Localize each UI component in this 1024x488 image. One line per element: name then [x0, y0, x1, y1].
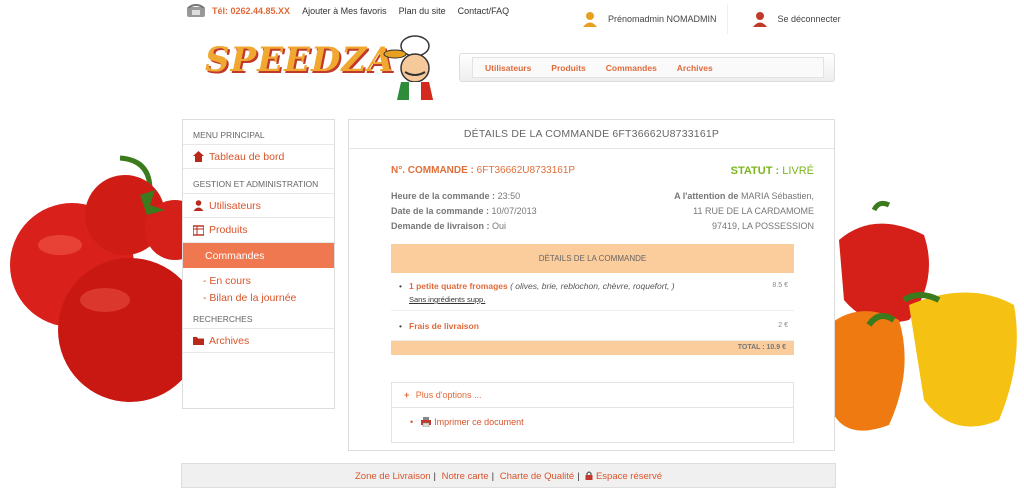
bullet: • [399, 281, 402, 291]
logo-text: SPEEDZA [205, 40, 395, 80]
sidebar-subitem-daily-report[interactable]: - Bilan de la journée [183, 289, 334, 306]
delivery-label: Demande de livraison : [391, 221, 490, 231]
sidebar-item-products[interactable]: Produits [183, 218, 334, 243]
order-number: N°. COMMANDE : 6FT36662U8733161P [391, 165, 575, 176]
customer-address: A l'attention de MARIA Sébastien, 11 RUE… [674, 189, 814, 234]
status-value: LIVRÉ [782, 165, 814, 177]
options-box: + Plus d'options ... • Imprimer ce docum… [391, 382, 794, 443]
list-item: • Frais de livraison 2 € [391, 311, 794, 341]
sidebar-item-orders[interactable]: Commandes [183, 243, 334, 268]
sidebar-item-users[interactable]: Utilisateurs [183, 193, 334, 218]
sidebar-subitem-current[interactable]: - En cours [183, 268, 334, 289]
status-label: STATUT : [730, 165, 780, 177]
logout-icon[interactable] [752, 11, 768, 27]
divider [726, 4, 728, 34]
phone-number: Tél: 0262.44.85.XX [212, 6, 291, 16]
home-icon [193, 151, 204, 162]
divider: | [577, 471, 580, 482]
folder-icon [193, 337, 204, 345]
page-title: DÉTAILS DE LA COMMANDE 6FT36662U8733161P [349, 120, 834, 149]
bullet: • [399, 321, 402, 331]
sidebar: MENU PRINCIPAL Tableau de bord GESTION E… [182, 119, 335, 409]
order-details-panel: DÉTAILS DE LA COMMANDE 6FT36662U8733161P… [348, 119, 835, 451]
footer-link-quality[interactable]: Charte de Qualité [500, 471, 574, 482]
attention-label: A l'attention de [674, 191, 739, 201]
item-name: 1 petite quatre fromages [409, 281, 508, 291]
order-items: DÉTAILS DE LA COMMANDE • 1 petite quatre… [391, 244, 794, 355]
delivery-fee-label: Frais de livraison [409, 321, 479, 331]
top-bar: Tél: 0262.44.85.XX Ajouter à Mes favoris… [186, 3, 509, 19]
sitemap-link[interactable]: Plan du site [399, 6, 446, 16]
footer-link-menu[interactable]: Notre carte [442, 471, 489, 482]
hour-value: 23:50 [497, 191, 521, 201]
tomatoes-image [10, 155, 190, 402]
date-label: Date de la commande : [391, 206, 490, 216]
sidebar-head-search: RECHERCHES [193, 314, 253, 324]
status-badge: STATUT : LIVRÉ [731, 165, 814, 177]
peppers-image [829, 200, 1017, 431]
item-supplements: Sans ingrédients supp. [409, 295, 486, 304]
main-nav: Utilisateurs Produits Commandes Archives [459, 53, 835, 82]
more-options-label: Plus d'options ... [415, 390, 482, 400]
order-items-header: DÉTAILS DE LA COMMANDE [391, 244, 794, 273]
footer-link-delivery-zone[interactable]: Zone de Livraison [355, 471, 431, 482]
order-number-label: N°. COMMANDE : [391, 165, 474, 176]
logout-link[interactable]: Se déconnecter [778, 14, 841, 24]
sidebar-head-admin: GESTION ET ADMINISTRATION [193, 179, 319, 189]
sidebar-item-label: Produits [209, 224, 248, 236]
more-options-toggle[interactable]: + Plus d'options ... [392, 383, 793, 408]
customer-name: MARIA Sébastien, [740, 191, 814, 201]
delivery-fee-value: 2 € [778, 322, 788, 329]
customer-street: 11 RUE DE LA CARDAMOME [693, 206, 814, 216]
user-icon [193, 200, 204, 211]
delivery-value: Oui [492, 221, 507, 231]
footer: Zone de Livraison | Notre carte | Charte d… [181, 463, 836, 488]
nav-users[interactable]: Utilisateurs [485, 63, 531, 73]
list-item: • 1 petite quatre fromages ( olives, bri… [391, 273, 794, 311]
printer-icon [421, 417, 432, 427]
sidebar-item-label: Tableau de bord [209, 150, 285, 163]
grid-icon [193, 224, 204, 236]
nav-products[interactable]: Produits [551, 63, 585, 73]
contact-faq-link[interactable]: Contact/FAQ [458, 6, 510, 16]
divider: | [491, 471, 495, 482]
add-favorites-link[interactable]: Ajouter à Mes favoris [302, 6, 387, 16]
sidebar-item-label: Archives [209, 334, 250, 347]
order-total: TOTAL : 10.9 € [391, 341, 794, 355]
sidebar-item-archives[interactable]: Archives [183, 328, 334, 353]
speedza-logo[interactable]: SPEEDZA [205, 30, 445, 100]
user-bar: Prénomadmin NOMADMIN Se déconnecter [582, 4, 841, 34]
lock-icon [585, 471, 593, 480]
sidebar-item-label: Commandes [205, 249, 265, 262]
phone-icon [187, 4, 205, 17]
plus-icon: + [404, 390, 410, 400]
order-info: Heure de la commande : 23:50 Date de la … [391, 189, 537, 234]
item-price: 8.5 € [772, 282, 788, 289]
nav-orders[interactable]: Commandes [606, 63, 657, 73]
sidebar-item-dashboard[interactable]: Tableau de bord [183, 144, 334, 169]
footer-link-reserved[interactable]: Espace réservé [596, 471, 662, 482]
print-document-link[interactable]: • Imprimer ce document [392, 408, 793, 427]
sidebar-item-label: Utilisateurs [209, 199, 261, 212]
user-icon [583, 12, 597, 27]
chef-icon [383, 35, 433, 100]
hour-label: Heure de la commande : [391, 191, 496, 201]
order-number-value: 6FT36662U8733161P [476, 165, 576, 176]
customer-city: 97419, LA POSSESSION [711, 221, 814, 231]
user-name: Prénomadmin NOMADMIN [608, 14, 717, 24]
divider: | [433, 471, 436, 482]
bullet: • [410, 417, 414, 427]
date-value: 10/07/2013 [491, 206, 537, 216]
item-ingredients: ( olives, brie, reblochon, chèvre, roque… [510, 281, 675, 291]
sidebar-head-menu: MENU PRINCIPAL [193, 130, 265, 140]
print-label: Imprimer ce document [434, 417, 524, 427]
nav-archives[interactable]: Archives [677, 63, 713, 73]
